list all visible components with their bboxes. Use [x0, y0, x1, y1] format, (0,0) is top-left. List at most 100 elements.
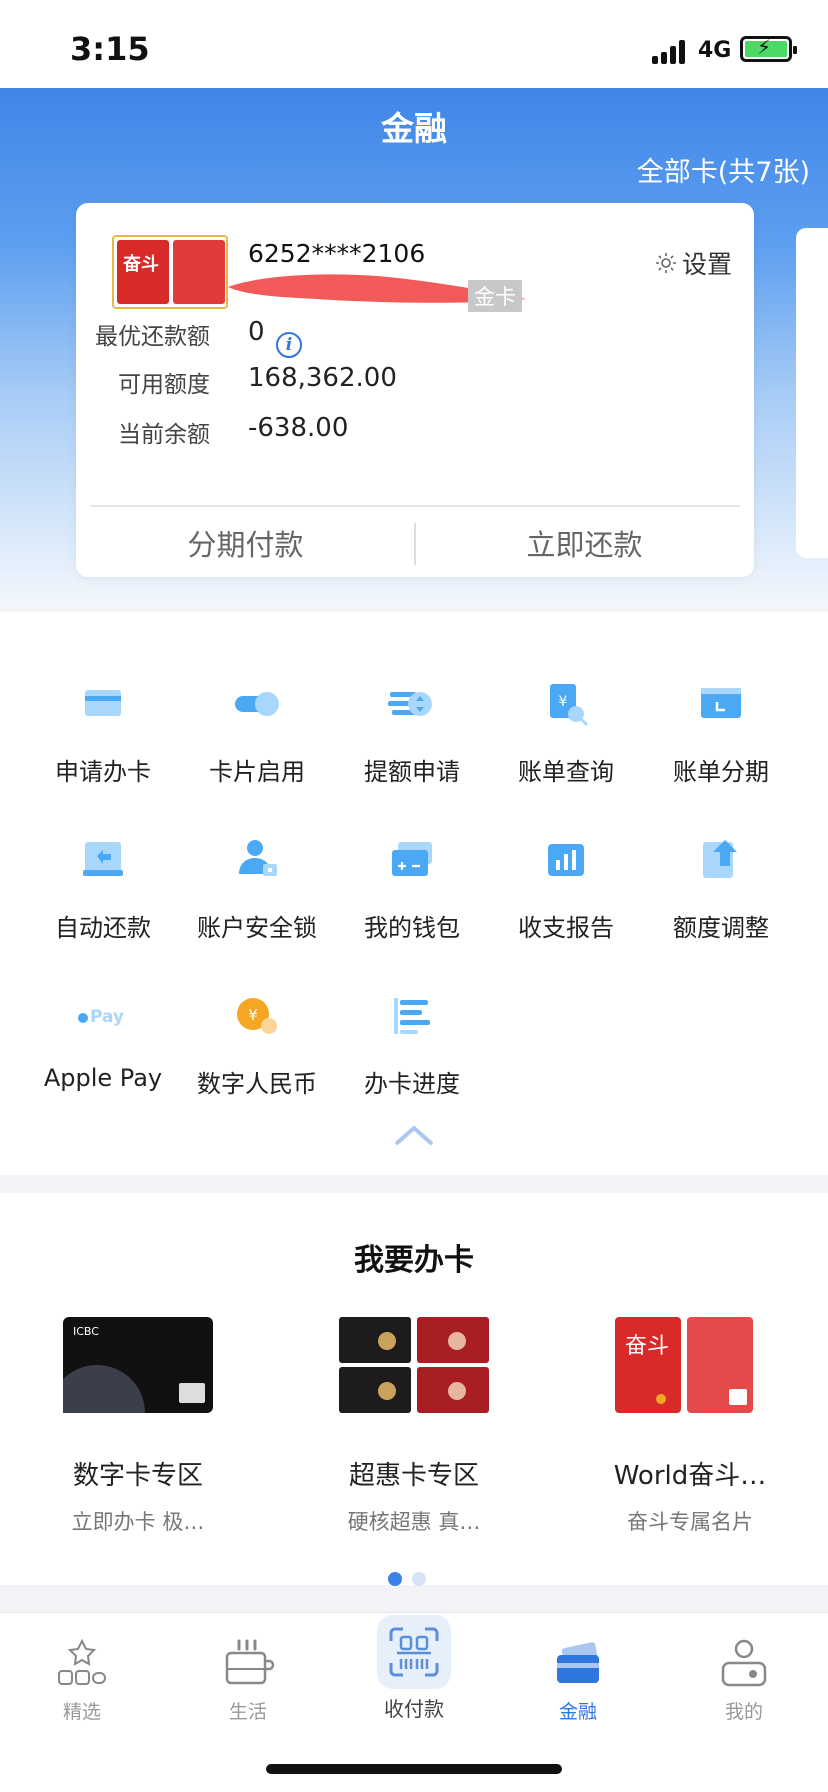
star-grid-icon: [58, 1638, 106, 1685]
promo-title: World奋斗…: [613, 1461, 767, 1491]
section-title: 我要办卡: [354, 1243, 474, 1278]
service-menu: 申请办卡 卡片启用 提额申请 ¥ 账单查询 账单分期 自动还款 账户安全锁 我的…: [0, 612, 828, 1175]
tab-label: 收付款: [384, 1697, 444, 1721]
menu-item-bill-query[interactable]: ¥ 账单查询: [489, 676, 643, 787]
promo-subtitle: 奋斗专属名片: [627, 1510, 753, 1534]
menu-item-wallet[interactable]: 我的钱包: [335, 832, 489, 943]
carousel-dot[interactable]: [412, 1572, 426, 1586]
menu-label: Apple Pay: [43, 1064, 163, 1092]
tab-label: 生活: [228, 1701, 267, 1723]
menu-label: 账户安全锁: [197, 914, 317, 942]
menu-item-card-activate[interactable]: 卡片启用: [180, 676, 334, 787]
menu-label: 额度调整: [673, 914, 769, 942]
menu-item-apply-card[interactable]: 申请办卡: [26, 676, 180, 787]
settings-button[interactable]: 设置: [654, 245, 732, 281]
repay-now-button[interactable]: 立即还款: [415, 521, 754, 569]
scan-icon: [377, 1615, 451, 1689]
menu-label: 数字人民币: [197, 1070, 317, 1098]
page-title: 金融: [381, 109, 447, 148]
tab-label: 我的: [724, 1701, 763, 1723]
info-icon[interactable]: i: [276, 332, 302, 358]
svg-text:Pay: Pay: [90, 1007, 124, 1027]
card-image: 奋斗: [615, 1317, 753, 1413]
tab-life[interactable]: 生活: [188, 1639, 308, 1724]
svg-text:¥: ¥: [248, 1006, 258, 1024]
report-icon: [548, 844, 584, 876]
available-limit-value: 168,362.00: [248, 363, 397, 393]
menu-item-limit-increase[interactable]: 提额申请: [335, 676, 489, 787]
status-bar: 3:15 4G ⚡: [0, 0, 828, 88]
bill-search-icon: ¥: [550, 684, 589, 727]
apply-card-section: 我要办卡 ICBC 数字卡专区 立即办卡 极… 超惠卡专区 硬核超惠 真… 奋斗: [0, 1193, 828, 1586]
apple-pay-icon: Pay: [78, 1007, 124, 1027]
network-type: 4G: [698, 38, 732, 63]
menu-label: 账单查询: [518, 758, 614, 786]
menu-item-bill-installment[interactable]: 账单分期: [644, 676, 798, 787]
bill-installment-icon: [701, 688, 741, 718]
settings-label: 设置: [681, 250, 732, 279]
tab-featured[interactable]: 精选: [22, 1638, 142, 1724]
card-icon: [557, 1642, 599, 1683]
limit-up-icon: [388, 692, 432, 716]
progress-icon: [394, 998, 430, 1034]
all-cards-link[interactable]: 全部卡(共7张): [637, 150, 810, 189]
tab-label: 金融: [558, 1701, 597, 1723]
menu-item-progress[interactable]: 办卡进度: [335, 988, 489, 1099]
menu-item-security-lock[interactable]: 账户安全锁: [180, 832, 334, 943]
menu-item-report[interactable]: 收支报告: [489, 832, 643, 943]
promo-title: 超惠卡专区: [348, 1461, 479, 1491]
card-image[interactable]: 奋斗: [112, 235, 228, 309]
available-limit-label: 可用额度: [118, 372, 210, 398]
tab-finance[interactable]: 金融: [518, 1639, 638, 1724]
menu-label: 卡片启用: [209, 758, 305, 786]
toggle-icon: [235, 692, 279, 716]
installment-button[interactable]: 分期付款: [76, 521, 415, 569]
svg-text:奋斗: 奋斗: [625, 1334, 669, 1359]
card-level-badge: 金卡: [468, 280, 522, 312]
promo-digital-card[interactable]: ICBC 数字卡专区 立即办卡 极…: [18, 1317, 258, 1536]
wallet-icon: [392, 842, 432, 876]
limit-adjust-icon: [703, 840, 737, 878]
menu-label: 办卡进度: [364, 1070, 460, 1098]
menu-label: 我的钱包: [364, 914, 460, 942]
menu-item-apple-pay[interactable]: Pay Apple Pay: [26, 988, 180, 1092]
menu-item-digital-rmb[interactable]: ¥ 数字人民币: [180, 988, 334, 1099]
tab-mine[interactable]: 我的: [684, 1639, 804, 1724]
chevron-up-icon[interactable]: [392, 1120, 436, 1150]
coffee-icon: [225, 1639, 275, 1685]
tab-label: 精选: [62, 1701, 101, 1723]
min-payment-label: 最优还款额: [95, 324, 210, 350]
battery-icon: ⚡: [740, 36, 797, 62]
menu-label: 提额申请: [364, 758, 460, 786]
signal-icon: [652, 40, 688, 64]
card-image: ICBC: [49, 1317, 213, 1461]
menu-label: 申请办卡: [55, 758, 151, 786]
card-number: 6252****2106: [248, 239, 426, 268]
menu-label: 自动还款: [55, 914, 151, 942]
home-indicator[interactable]: [266, 1764, 562, 1774]
auto-repay-icon: [83, 842, 123, 876]
menu-item-limit-adjust[interactable]: 额度调整: [644, 832, 798, 943]
profile-icon: [721, 1639, 767, 1687]
menu-label: 账单分期: [673, 758, 769, 786]
promo-subtitle: 立即办卡 极…: [71, 1510, 205, 1534]
promo-world-card[interactable]: 奋斗 World奋斗… 奋斗专属名片: [570, 1317, 810, 1536]
card-apply-icon: [85, 690, 121, 716]
current-balance-value: -638.00: [248, 413, 349, 443]
gear-icon: [655, 253, 676, 273]
card-image: [339, 1317, 489, 1413]
menu-label: 收支报告: [518, 914, 614, 942]
security-lock-icon: [239, 840, 277, 876]
min-payment-value: 0: [248, 317, 265, 347]
promo-subtitle: 硬核超惠 真…: [347, 1510, 481, 1534]
carousel-dot[interactable]: [388, 1572, 402, 1586]
carousel-indicator: [388, 1571, 436, 1590]
divider: [90, 505, 740, 507]
menu-item-auto-repay[interactable]: 自动还款: [26, 832, 180, 943]
next-card-peek[interactable]: [796, 228, 828, 558]
promo-title: 数字卡专区: [72, 1461, 203, 1491]
promo-value-card[interactable]: 超惠卡专区 硬核超惠 真…: [294, 1317, 534, 1536]
current-balance-label: 当前余额: [118, 422, 210, 448]
status-time: 3:15: [70, 30, 150, 68]
tab-pay[interactable]: 收付款: [354, 1615, 474, 1722]
